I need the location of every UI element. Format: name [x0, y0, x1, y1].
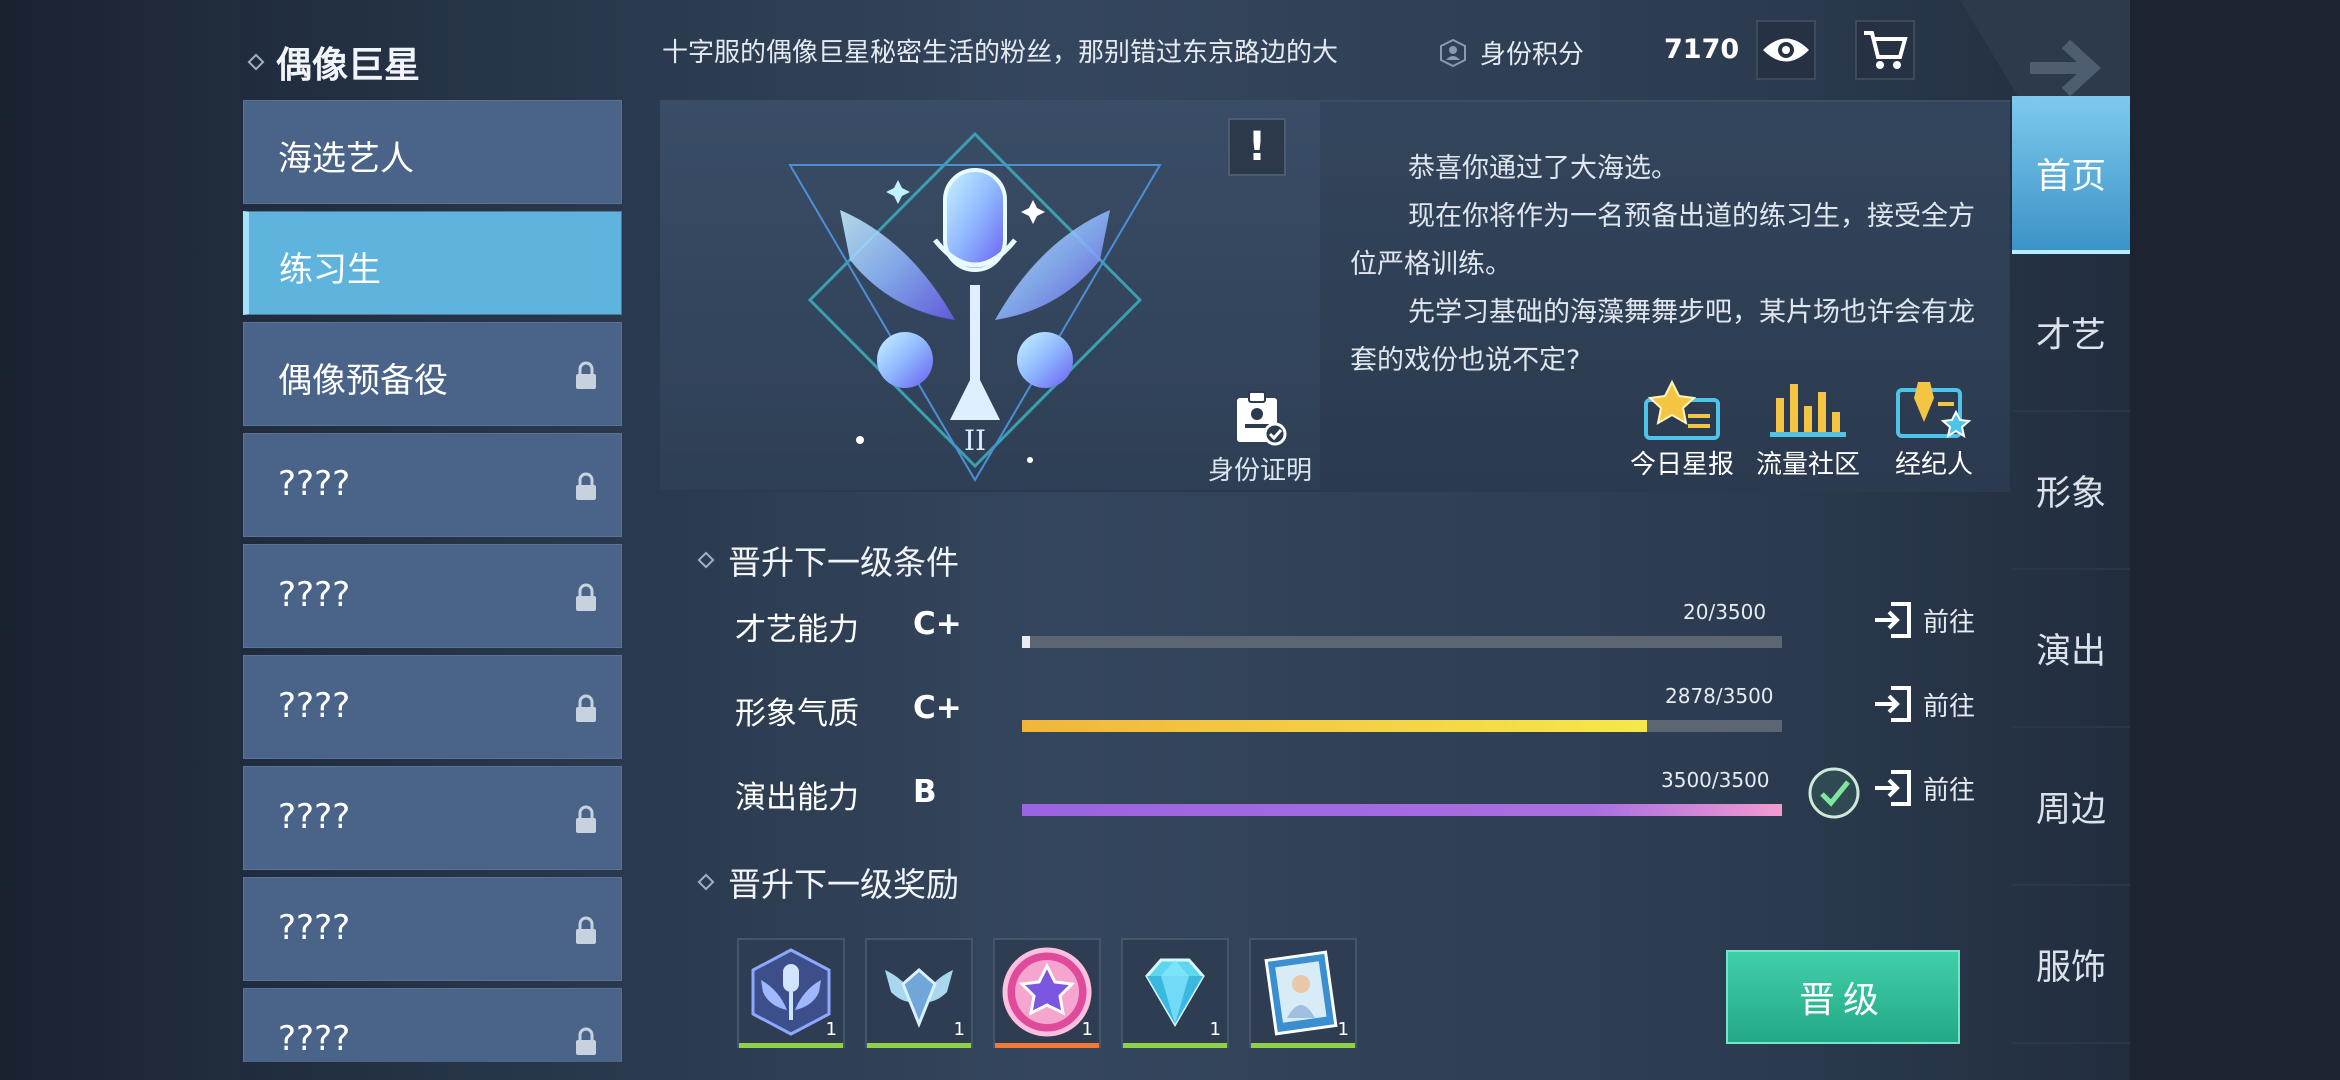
lock-icon	[576, 361, 596, 389]
progress-bar	[1022, 720, 1782, 732]
rank-list: 海选艺人 练习生 偶像预备役 ???? ???? ???? ???? ???? …	[243, 100, 622, 1062]
rank-description: 恭喜你通过了大海选。 现在你将作为一名预备出道的练习生，接受全方位严格训练。 先…	[1350, 153, 1975, 376]
rank-item[interactable]: ????	[243, 433, 622, 537]
rank-item[interactable]: 海选艺人	[243, 100, 622, 204]
stat-row-performance: 演出能力 B 3500/3500 前往	[735, 766, 2015, 826]
rank-item[interactable]: ????	[243, 877, 622, 981]
rank-item[interactable]: ????	[243, 544, 622, 648]
rank-item[interactable]: ????	[243, 655, 622, 759]
trainee-emblem-icon: II	[788, 131, 1162, 482]
agent-button[interactable]: 经纪人	[1874, 378, 1994, 481]
diamond-bullet-icon	[697, 873, 715, 891]
rarity-bar	[1251, 1043, 1355, 1048]
id-card-icon	[1237, 391, 1287, 446]
reward-item[interactable]: 1	[1249, 938, 1357, 1048]
daily-news-button[interactable]: 今日星报	[1622, 378, 1742, 481]
goto-button[interactable]: 前往	[1873, 768, 1975, 808]
diamond-bullet-icon	[247, 53, 265, 71]
view-button[interactable]	[1756, 20, 1816, 80]
diamond-bullet-icon	[697, 551, 715, 569]
rewards-heading: 晋升下一级奖励	[697, 858, 959, 906]
reward-item[interactable]: 1	[1121, 938, 1229, 1048]
lock-icon	[576, 694, 596, 722]
progress-fill	[1022, 804, 1782, 816]
star-news-icon	[1644, 379, 1720, 440]
tab-talent[interactable]: 才艺	[2012, 254, 2130, 412]
rank-item-active[interactable]: 练习生	[243, 211, 622, 315]
back-arrow-icon[interactable]	[1960, 0, 2130, 100]
reward-item[interactable]: 1	[993, 938, 1101, 1048]
enter-icon	[1875, 770, 1911, 806]
shop-button[interactable]	[1855, 20, 1915, 80]
page-title: 偶像巨星	[247, 36, 420, 88]
rank-item[interactable]: ????	[243, 988, 622, 1062]
alert-button[interactable]: !	[1228, 118, 1286, 176]
tab-image[interactable]: 形象	[2012, 412, 2130, 570]
check-complete-icon	[1808, 767, 1860, 819]
cart-icon	[1864, 31, 1908, 69]
traffic-community-button[interactable]: 流量社区	[1748, 378, 1868, 481]
identity-icon	[1440, 38, 1466, 67]
rarity-bar	[995, 1043, 1099, 1048]
left-backdrop	[0, 0, 240, 1080]
rarity-bar	[1123, 1043, 1227, 1048]
lock-icon	[576, 1027, 596, 1055]
stat-row-image: 形象气质 C+ 2878/3500 前往	[735, 684, 1976, 732]
id-proof-button[interactable]: 身份证明	[1200, 390, 1320, 487]
stat-row-talent: 才艺能力 C+ 20/3500 前往	[735, 600, 1976, 648]
svg-text:II: II	[964, 424, 986, 457]
rarity-bar	[739, 1043, 843, 1048]
reward-item[interactable]: 1	[865, 938, 973, 1048]
progress-value: 2878/3500	[1665, 684, 1774, 708]
progress-value: 20/3500	[1683, 600, 1767, 624]
progress-fill	[1022, 720, 1647, 732]
rank-item[interactable]: 偶像预备役	[243, 322, 622, 426]
chart-community-icon	[1770, 384, 1846, 437]
progress-bar	[1022, 636, 1782, 648]
progress-fill	[1022, 636, 1030, 648]
lock-icon	[576, 916, 596, 944]
rank-item[interactable]: ????	[243, 766, 622, 870]
eye-icon	[1763, 38, 1809, 62]
lock-icon	[576, 583, 596, 611]
enter-icon	[1875, 602, 1911, 638]
goto-button[interactable]: 前往	[1873, 684, 1975, 724]
reward-item[interactable]: 1	[737, 938, 845, 1048]
news-ticker: 十字服的偶像巨星秘密生活的粉丝，那别错过东京路边的大	[662, 38, 1339, 68]
goto-button[interactable]: 前往	[1873, 600, 1975, 640]
progress-bar	[1022, 804, 1782, 816]
lock-icon	[576, 805, 596, 833]
tab-outfits[interactable]: 服饰	[2012, 886, 2130, 1044]
lock-icon	[576, 472, 596, 500]
progress-value: 3500/3500	[1661, 768, 1770, 792]
agent-icon	[1896, 382, 1972, 439]
tab-merch[interactable]: 周边	[2012, 728, 2130, 886]
identity-points-label: 身份积分	[1438, 34, 1584, 71]
right-backdrop	[2130, 0, 2340, 1080]
identity-points-value: 7170	[1664, 34, 1740, 65]
upgrade-button[interactable]: 晋级	[1726, 950, 1960, 1044]
right-nav: 首页 才艺 形象 演出 周边 服饰	[2012, 96, 2130, 1044]
tab-performance[interactable]: 演出	[2012, 570, 2130, 728]
enter-icon	[1875, 686, 1911, 722]
rarity-bar	[867, 1043, 971, 1048]
tab-home[interactable]: 首页	[2012, 96, 2130, 254]
requirements-heading: 晋升下一级条件	[697, 536, 959, 584]
